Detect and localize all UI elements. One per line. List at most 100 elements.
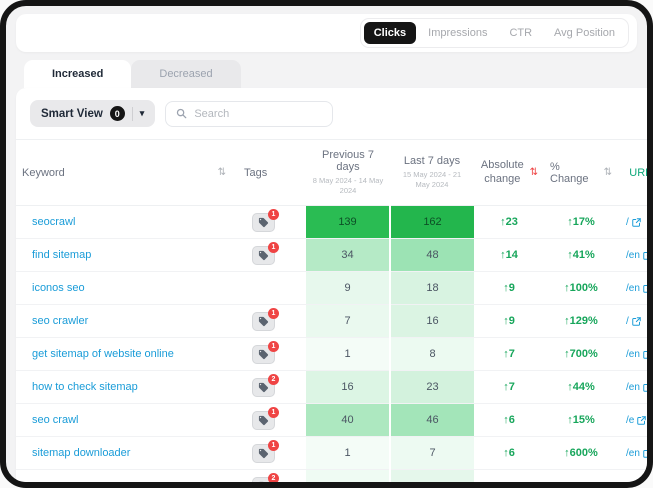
table-row[interactable]: how to check sitemap 2 16 23 ↑7 ↑44% /en	[16, 371, 647, 404]
pct-change-value: ↑100%	[544, 272, 618, 305]
pct-change-value: ↑17%	[544, 206, 618, 239]
tag-chip[interactable]: 2	[252, 477, 275, 482]
url-link[interactable]: /e	[626, 415, 646, 426]
last-value: 46	[390, 404, 474, 437]
keyword-link[interactable]: find sitemap	[32, 249, 91, 261]
tag-icon	[258, 481, 269, 482]
keyword-link[interactable]: seo crawler	[32, 315, 88, 327]
tag-count-badge: 2	[268, 374, 279, 385]
tag-count-badge: 1	[268, 341, 279, 352]
keyword-link[interactable]: sitemap downloader	[32, 447, 130, 459]
prev-value: 4	[306, 470, 390, 482]
sort-icon[interactable]: ⇅	[218, 168, 226, 178]
sort-icon-active[interactable]: ⇅	[530, 168, 538, 178]
tab-ctr[interactable]: CTR	[499, 22, 542, 44]
url-link[interactable]: /en	[626, 283, 647, 294]
pct-change-value: ↑129%	[544, 305, 618, 338]
topbar: Clicks Impressions CTR Avg Position	[16, 14, 637, 52]
tab-increased[interactable]: Increased	[24, 60, 131, 88]
tab-clicks[interactable]: Clicks	[364, 22, 416, 44]
table-row[interactable]: seocrawl 1 139 162 ↑23 ↑17% /	[16, 206, 647, 239]
prev-value: 7	[306, 305, 390, 338]
header-previous-7-days: Previous 7 days 8 May 2024 - 14 May 2024	[306, 140, 390, 206]
divider	[132, 107, 133, 121]
table-row[interactable]: how to see a sitemap 2 4 10 ↑6 ↑150% /en	[16, 470, 647, 482]
url-link[interactable]: /en	[626, 482, 647, 483]
prev-value: 1	[306, 338, 390, 371]
tag-icon	[258, 415, 269, 426]
tab-avg-position[interactable]: Avg Position	[544, 22, 625, 44]
external-link-icon	[643, 383, 647, 392]
absolute-change-value: ↑7	[474, 338, 544, 371]
tag-icon	[258, 217, 269, 228]
keyword-link[interactable]: seo crawl	[32, 414, 78, 426]
tag-chip[interactable]: 1	[252, 213, 275, 232]
url-link[interactable]: /	[626, 217, 641, 228]
tag-chip[interactable]: 1	[252, 444, 275, 463]
smart-view-label: Smart View	[41, 108, 103, 120]
header-prev-dates: 8 May 2024 - 14 May 2024	[312, 176, 384, 196]
header-tags-label: Tags	[244, 167, 267, 179]
search-box	[165, 101, 333, 127]
header-keyword: Keyword ⇅	[16, 140, 238, 206]
tag-icon	[258, 349, 269, 360]
absolute-change-value: ↑9	[474, 272, 544, 305]
prev-value: 1	[306, 437, 390, 470]
toolbar: Smart View 0 ▾	[16, 88, 647, 139]
header-last-7-days: Last 7 days 15 May 2024 - 21 May 2024	[390, 140, 474, 206]
url-link[interactable]: /en	[626, 250, 647, 261]
tag-count-badge: 1	[268, 407, 279, 418]
tag-count-badge: 1	[268, 209, 279, 220]
tag-icon	[258, 448, 269, 459]
sort-icon[interactable]: ⇅	[604, 168, 612, 178]
keyword-link[interactable]: seocrawl	[32, 216, 75, 228]
app-window: Clicks Impressions CTR Avg Position Incr…	[0, 0, 653, 488]
pct-change-value: ↑41%	[544, 239, 618, 272]
tab-impressions[interactable]: Impressions	[418, 22, 497, 44]
last-value: 16	[390, 305, 474, 338]
tag-chip[interactable]: 2	[252, 378, 275, 397]
keyword-link[interactable]: get sitemap of website online	[32, 348, 174, 360]
pct-change-value: ↑15%	[544, 404, 618, 437]
tag-chip[interactable]: 1	[252, 411, 275, 430]
table-row[interactable]: sitemap downloader 1 1 7 ↑6 ↑600% /en	[16, 437, 647, 470]
last-value: 48	[390, 239, 474, 272]
tag-chip[interactable]: 1	[252, 345, 275, 364]
header-last-dates: 15 May 2024 - 21 May 2024	[396, 170, 468, 190]
table-row[interactable]: seo crawler 1 7 16 ↑9 ↑129% /	[16, 305, 647, 338]
table-row[interactable]: get sitemap of website online 1 1 8 ↑7 ↑…	[16, 338, 647, 371]
tag-count-badge: 1	[268, 242, 279, 253]
url-link[interactable]: /en	[626, 382, 647, 393]
header-tags: Tags	[238, 140, 306, 206]
table-row[interactable]: iconos seo 9 18 ↑9 ↑100% /en	[16, 272, 647, 305]
tab-decreased[interactable]: Decreased	[131, 60, 240, 88]
url-link[interactable]: /	[626, 316, 641, 327]
keyword-link[interactable]: iconos seo	[32, 282, 85, 294]
prev-value: 34	[306, 239, 390, 272]
tag-icon	[258, 250, 269, 261]
smart-view-count-badge: 0	[110, 106, 125, 121]
prev-value: 40	[306, 404, 390, 437]
absolute-change-value: ↑6	[474, 437, 544, 470]
absolute-change-value: ↑14	[474, 239, 544, 272]
table-row[interactable]: seo crawl 1 40 46 ↑6 ↑15% /e	[16, 404, 647, 437]
keyword-link[interactable]: how to see a sitemap	[32, 481, 136, 483]
prev-value: 139	[306, 206, 390, 239]
last-value: 7	[390, 437, 474, 470]
smart-view-dropdown[interactable]: Smart View 0 ▾	[30, 100, 155, 127]
header-keyword-label: Keyword	[22, 167, 65, 179]
external-link-icon	[643, 350, 647, 359]
tag-chip[interactable]: 1	[252, 246, 275, 265]
search-input[interactable]	[194, 108, 322, 120]
external-link-icon	[632, 218, 641, 227]
external-link-icon	[632, 317, 641, 326]
pct-change-value: ↑44%	[544, 371, 618, 404]
url-link[interactable]: /en	[626, 349, 647, 360]
absolute-change-value: ↑9	[474, 305, 544, 338]
tag-chip[interactable]: 1	[252, 312, 275, 331]
table-row[interactable]: find sitemap 1 34 48 ↑14 ↑41% /en	[16, 239, 647, 272]
url-link[interactable]: /en	[626, 448, 647, 459]
keyword-link[interactable]: how to check sitemap	[32, 381, 138, 393]
absolute-change-value: ↑6	[474, 404, 544, 437]
header-absolute-change: Absolute change ⇅	[474, 140, 544, 206]
